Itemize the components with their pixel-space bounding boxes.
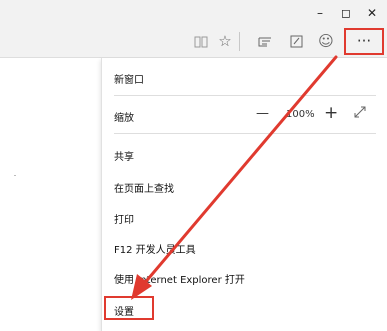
smiley-icon[interactable]: ☺ [315,26,337,57]
menu-item-open-with-ie[interactable]: 使用 Internet Explorer 打开 [114,271,245,286]
menu-divider [114,95,376,96]
menu-item-new-window[interactable]: 新窗口 [114,71,144,86]
zoom-in-button[interactable]: + [324,103,338,123]
more-actions-button[interactable]: ··· [344,28,384,55]
menu-item-f12-tools[interactable]: F12 开发人员工具 [114,241,196,256]
page-content [14,175,16,176]
more-actions-menu: 新窗口 缩放 — 100% + 共享 在页面上查找 打印 F12 开发人员工具 … [101,58,387,331]
settings-highlight [104,296,154,320]
menu-item-share[interactable]: 共享 [114,148,134,163]
web-note-icon[interactable] [285,26,307,57]
menu-item-find-on-page[interactable]: 在页面上查找 [114,180,174,195]
minimize-button[interactable]: – [307,4,333,22]
browser-toolbar: ☆ ☺ [0,26,387,58]
maximize-button[interactable]: ◻ [333,4,359,22]
title-bar: – ◻ ✕ [0,0,387,26]
zoom-level: 100% [286,109,315,120]
fullscreen-icon[interactable] [353,105,367,122]
star-icon[interactable]: ☆ [214,26,236,57]
hub-icon[interactable] [254,26,276,57]
menu-divider [114,133,376,134]
toolbar-separator [239,32,240,51]
zoom-out-button[interactable]: — [256,106,269,121]
menu-item-print[interactable]: 打印 [114,211,134,226]
reading-view-icon[interactable] [190,26,212,57]
close-button[interactable]: ✕ [359,4,385,22]
menu-item-zoom: 缩放 [114,113,134,124]
